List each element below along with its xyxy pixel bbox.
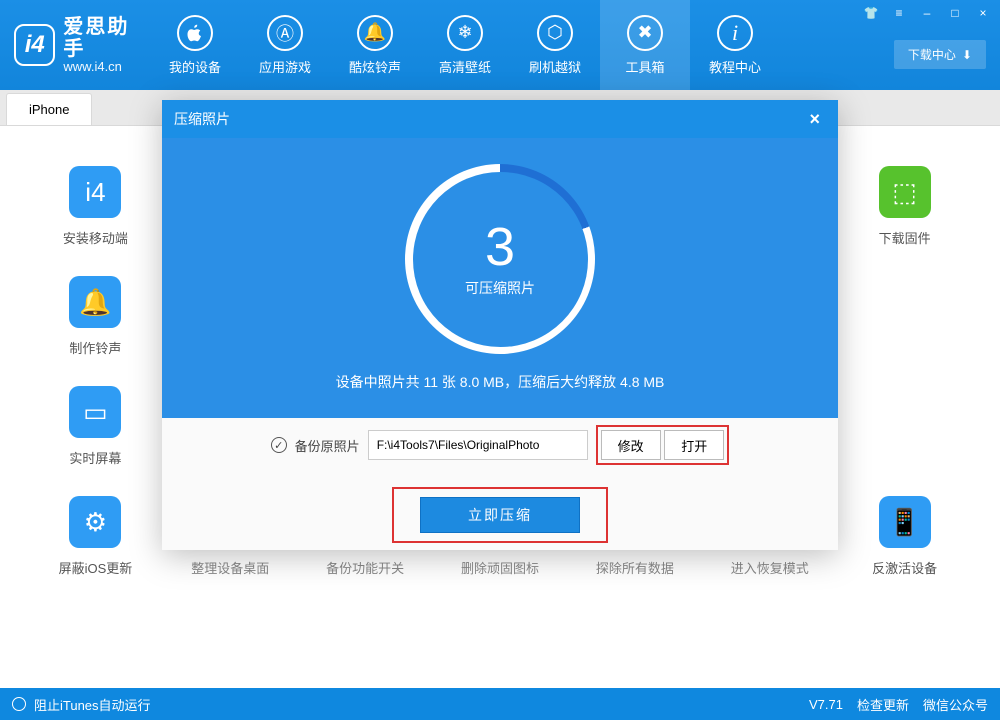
open-path-button[interactable]: 打开 [664, 430, 724, 460]
app-logo: i4 爱思助手 www.i4.cn [0, 0, 150, 90]
tool-label: 备份功能开关 [326, 558, 404, 577]
tool-label: 屏蔽iOS更新 [59, 558, 133, 577]
tool-download-firmware[interactable]: ⬚ 下载固件 [837, 166, 972, 276]
close-window-button[interactable]: × [972, 4, 994, 22]
apple-icon [177, 15, 213, 51]
tool-label: 探除所有数据 [596, 558, 674, 577]
info-icon: i [717, 15, 753, 51]
cube-icon: ⬚ [879, 166, 931, 218]
window-controls: 👕 ≡ – □ × [860, 4, 994, 22]
tool-label: 删除顽固图标 [461, 558, 539, 577]
apps-icon: Ⓐ [267, 15, 303, 51]
nav-label: 应用游戏 [259, 57, 311, 76]
progress-ring: 3 可压缩照片 [405, 164, 595, 354]
nav-label: 我的设备 [169, 57, 221, 76]
modify-path-button[interactable]: 修改 [601, 430, 661, 460]
tool-block-ios-update[interactable]: ⚙ 屏蔽iOS更新 [28, 496, 163, 606]
tools-icon: ✖ [627, 15, 663, 51]
logo-badge: i4 [14, 24, 55, 66]
tab-iphone[interactable]: iPhone [6, 93, 92, 125]
compressible-count: 3 [485, 220, 515, 274]
nav-my-device[interactable]: 我的设备 [150, 0, 240, 90]
skin-button[interactable]: 👕 [860, 4, 882, 22]
tool-label: 反激活设备 [872, 558, 937, 577]
tool-label: 整理设备桌面 [191, 558, 269, 577]
download-icon: ⬇ [962, 48, 972, 62]
bell-icon: 🔔 [357, 15, 393, 51]
nav-toolbox[interactable]: ✖ 工具箱 [600, 0, 690, 90]
wechat-button[interactable]: 微信公众号 [923, 695, 988, 714]
highlight-box: 立即压缩 [392, 487, 608, 543]
backup-checkbox[interactable]: ✓ [271, 437, 287, 453]
screen-icon: ▭ [69, 386, 121, 438]
nav-label: 工具箱 [625, 57, 664, 76]
nav-label: 高清壁纸 [439, 57, 491, 76]
app-icon: i4 [69, 166, 121, 218]
check-update-button[interactable]: 检查更新 [857, 695, 909, 714]
backup-path-input[interactable] [368, 430, 588, 460]
gear-icon: ⚙ [69, 496, 121, 548]
device-icon: 📱 [879, 496, 931, 548]
compress-now-button[interactable]: 立即压缩 [420, 497, 580, 533]
snow-icon: ❄ [447, 15, 483, 51]
nav-ringtones[interactable]: 🔔 酷炫铃声 [330, 0, 420, 90]
nav-label: 刷机越狱 [529, 57, 581, 76]
download-center-button[interactable]: 下载中心 ⬇ [894, 40, 986, 69]
status-bar: 阻止iTunes自动运行 V7.71 检查更新 微信公众号 [0, 688, 1000, 720]
compress-photos-dialog: 压缩照片 × 3 可压缩照片 设备中照片共 11 张 8.0 MB，压缩后大约释… [162, 100, 838, 550]
tool-label: 安装移动端 [63, 228, 128, 247]
nav-label: 教程中心 [709, 57, 761, 76]
maximize-button[interactable]: □ [944, 4, 966, 22]
nav-tutorials[interactable]: i 教程中心 [690, 0, 780, 90]
tool-make-ringtone[interactable]: 🔔 制作铃声 [28, 276, 163, 386]
highlight-box: 修改 打开 [596, 425, 730, 465]
app-url: www.i4.cn [63, 60, 150, 74]
dialog-header[interactable]: 压缩照片 × [162, 100, 838, 138]
dialog-summary: 3 可压缩照片 设备中照片共 11 张 8.0 MB，压缩后大约释放 4.8 M… [162, 138, 838, 418]
app-header: i4 爱思助手 www.i4.cn 我的设备 Ⓐ 应用游戏 🔔 酷炫铃声 ❄ 高… [0, 0, 1000, 90]
nav-flash[interactable]: ⬡ 刷机越狱 [510, 0, 600, 90]
close-dialog-button[interactable]: × [803, 107, 826, 132]
compressible-label: 可压缩照片 [465, 278, 535, 298]
dialog-title: 压缩照片 [174, 109, 230, 129]
tool-label: 实时屏幕 [69, 448, 121, 467]
version-label: V7.71 [809, 697, 843, 712]
menu-button[interactable]: ≡ [888, 4, 910, 22]
tool-deactivate-device[interactable]: 📱 反激活设备 [837, 496, 972, 606]
minimize-button[interactable]: – [916, 4, 938, 22]
download-center-label: 下载中心 [908, 46, 956, 63]
box-icon: ⬡ [537, 15, 573, 51]
tool-label: 制作铃声 [69, 338, 121, 357]
backup-label: 备份原照片 [295, 436, 360, 455]
nav-wallpapers[interactable]: ❄ 高清壁纸 [420, 0, 510, 90]
backup-path-row: ✓ 备份原照片 修改 打开 [271, 425, 730, 465]
nav-apps[interactable]: Ⓐ 应用游戏 [240, 0, 330, 90]
tool-live-screen[interactable]: ▭ 实时屏幕 [28, 386, 163, 496]
tool-label: 进入恢复模式 [731, 558, 809, 577]
tool-install-mobile[interactable]: i4 安装移动端 [28, 166, 163, 276]
nav-label: 酷炫铃声 [349, 57, 401, 76]
bell-icon: 🔔 [69, 276, 121, 328]
status-indicator-icon [12, 697, 26, 711]
tool-label: 下载固件 [879, 228, 931, 247]
dialog-actions: ✓ 备份原照片 修改 打开 立即压缩 [162, 418, 838, 550]
block-itunes-toggle[interactable]: 阻止iTunes自动运行 [34, 695, 151, 714]
photo-stats: 设备中照片共 11 张 8.0 MB，压缩后大约释放 4.8 MB [336, 372, 665, 392]
app-title: 爱思助手 [63, 16, 150, 60]
